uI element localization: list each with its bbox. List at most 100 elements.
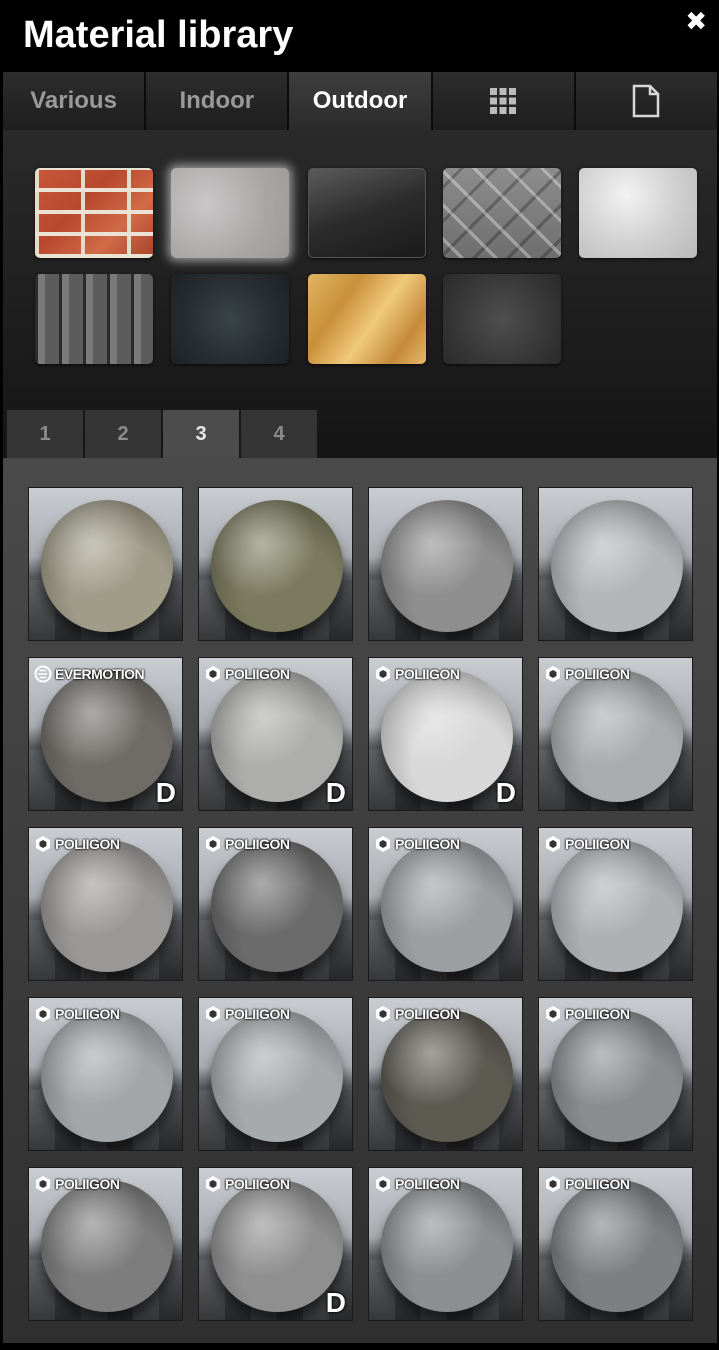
page-3[interactable]: 3 [163,410,239,458]
material-tile[interactable]: POLIIGON [28,1167,183,1321]
material-sphere [41,1180,173,1312]
poliigon-logo-icon [36,836,50,852]
brand-badge: POLIIGON [544,664,630,684]
brand-badge: POLIIGON [204,834,290,854]
tab-indoor[interactable]: Indoor [146,72,290,130]
material-sphere [551,670,683,802]
swatch-brick[interactable] [35,168,153,258]
displacement-mark: D [495,777,516,808]
brand-badge: POLIIGON [374,1004,460,1024]
swatch-plaster[interactable] [579,168,697,258]
material-tile[interactable]: POLIIGON [28,827,183,981]
brand-badge-text: POLIIGON [55,1006,120,1022]
swatch-asphalt[interactable] [443,274,561,364]
swatch-granite[interactable] [171,274,289,364]
brand-badge: POLIIGON [204,1174,290,1194]
document-icon [633,84,660,118]
material-sphere [211,500,343,632]
tab-label: Indoor [179,87,255,114]
brand-badge: POLIIGON [34,1004,120,1024]
poliigon-logo-icon [206,1006,220,1022]
material-tile[interactable]: POLIIGON D [198,657,353,811]
swatch-checker-plate[interactable] [443,168,561,258]
material-tile[interactable]: POLIIGON [538,827,693,981]
tab-grid-view[interactable] [432,72,576,130]
evermotion-logo-icon [34,665,52,683]
brand-badge-text: POLIIGON [395,1176,460,1192]
material-tile[interactable] [368,487,523,641]
brand-badge-text: POLIIGON [225,1006,290,1022]
close-icon[interactable]: ✖ [685,6,707,37]
page-2[interactable]: 2 [85,410,161,458]
displacement-mark: D [325,777,346,808]
swatch-concrete[interactable] [171,168,289,258]
poliigon-logo-icon [546,836,560,852]
page-1[interactable]: 1 [7,410,83,458]
brand-badge-text: POLIIGON [395,836,460,852]
swatch-panel [3,130,717,458]
material-tile[interactable]: POLIIGON D [368,657,523,811]
material-sphere [41,1010,173,1142]
material-tile[interactable]: POLIIGON [538,1167,693,1321]
material-tile[interactable] [198,487,353,641]
material-tile[interactable]: POLIIGON [368,997,523,1151]
brand-badge-text: POLIIGON [565,666,630,682]
poliigon-logo-icon [546,666,560,682]
material-tile[interactable] [538,487,693,641]
material-tile[interactable]: POLIIGON [198,827,353,981]
poliigon-logo-icon [376,1176,390,1192]
material-sphere [381,670,513,802]
swatch-roof-tiles[interactable] [35,274,153,364]
poliigon-logo-icon [376,836,390,852]
tab-file[interactable] [575,72,718,130]
material-sphere [211,670,343,802]
material-sphere [381,1010,513,1142]
material-sphere [551,1010,683,1142]
brand-badge-text: POLIIGON [225,1176,290,1192]
material-tile[interactable]: POLIIGON [368,827,523,981]
material-tile[interactable]: POLIIGON [198,997,353,1151]
brand-badge-text: EVERMOTION [55,666,145,682]
tab-outdoor[interactable]: Outdoor [289,72,433,130]
material-tile[interactable]: POLIIGON [538,997,693,1151]
poliigon-logo-icon [36,1006,50,1022]
brand-badge-text: POLIIGON [225,836,290,852]
pagination: 1 2 3 4 [7,410,319,458]
brand-badge: POLIIGON [204,664,290,684]
brand-badge-text: POLIIGON [395,1006,460,1022]
material-tile[interactable] [28,487,183,641]
displacement-mark: D [325,1287,346,1318]
brand-badge-text: POLIIGON [565,836,630,852]
material-tile[interactable]: POLIIGON [538,657,693,811]
brand-badge-text: POLIIGON [395,666,460,682]
swatch-dark-glossy[interactable] [308,168,426,258]
poliigon-logo-icon [546,1006,560,1022]
tab-various[interactable]: Various [3,72,147,130]
displacement-mark: D [155,777,176,808]
brand-badge-text: POLIIGON [55,836,120,852]
material-tile[interactable]: POLIIGON D [198,1167,353,1321]
brand-badge: POLIIGON [544,834,630,854]
material-sphere [41,840,173,972]
material-tile[interactable]: POLIIGON [28,997,183,1151]
poliigon-logo-icon [376,1006,390,1022]
material-sphere [211,1010,343,1142]
brand-badge: POLIIGON [34,1174,120,1194]
tab-label: Various [30,87,117,114]
swatch-osb-wood[interactable] [308,274,426,364]
material-sphere [551,500,683,632]
material-tile[interactable]: EVERMOTION D [28,657,183,811]
page-4[interactable]: 4 [241,410,317,458]
brand-badge-text: POLIIGON [55,1176,120,1192]
poliigon-logo-icon [206,666,220,682]
brand-badge: POLIIGON [374,1174,460,1194]
brand-badge-text: POLIIGON [565,1006,630,1022]
brand-badge: POLIIGON [544,1174,630,1194]
material-sphere [211,1180,343,1312]
material-sphere [381,840,513,972]
brand-badge: POLIIGON [204,1004,290,1024]
material-tile[interactable]: POLIIGON [368,1167,523,1321]
brand-badge: POLIIGON [34,834,120,854]
poliigon-logo-icon [546,1176,560,1192]
brand-badge: POLIIGON [374,834,460,854]
